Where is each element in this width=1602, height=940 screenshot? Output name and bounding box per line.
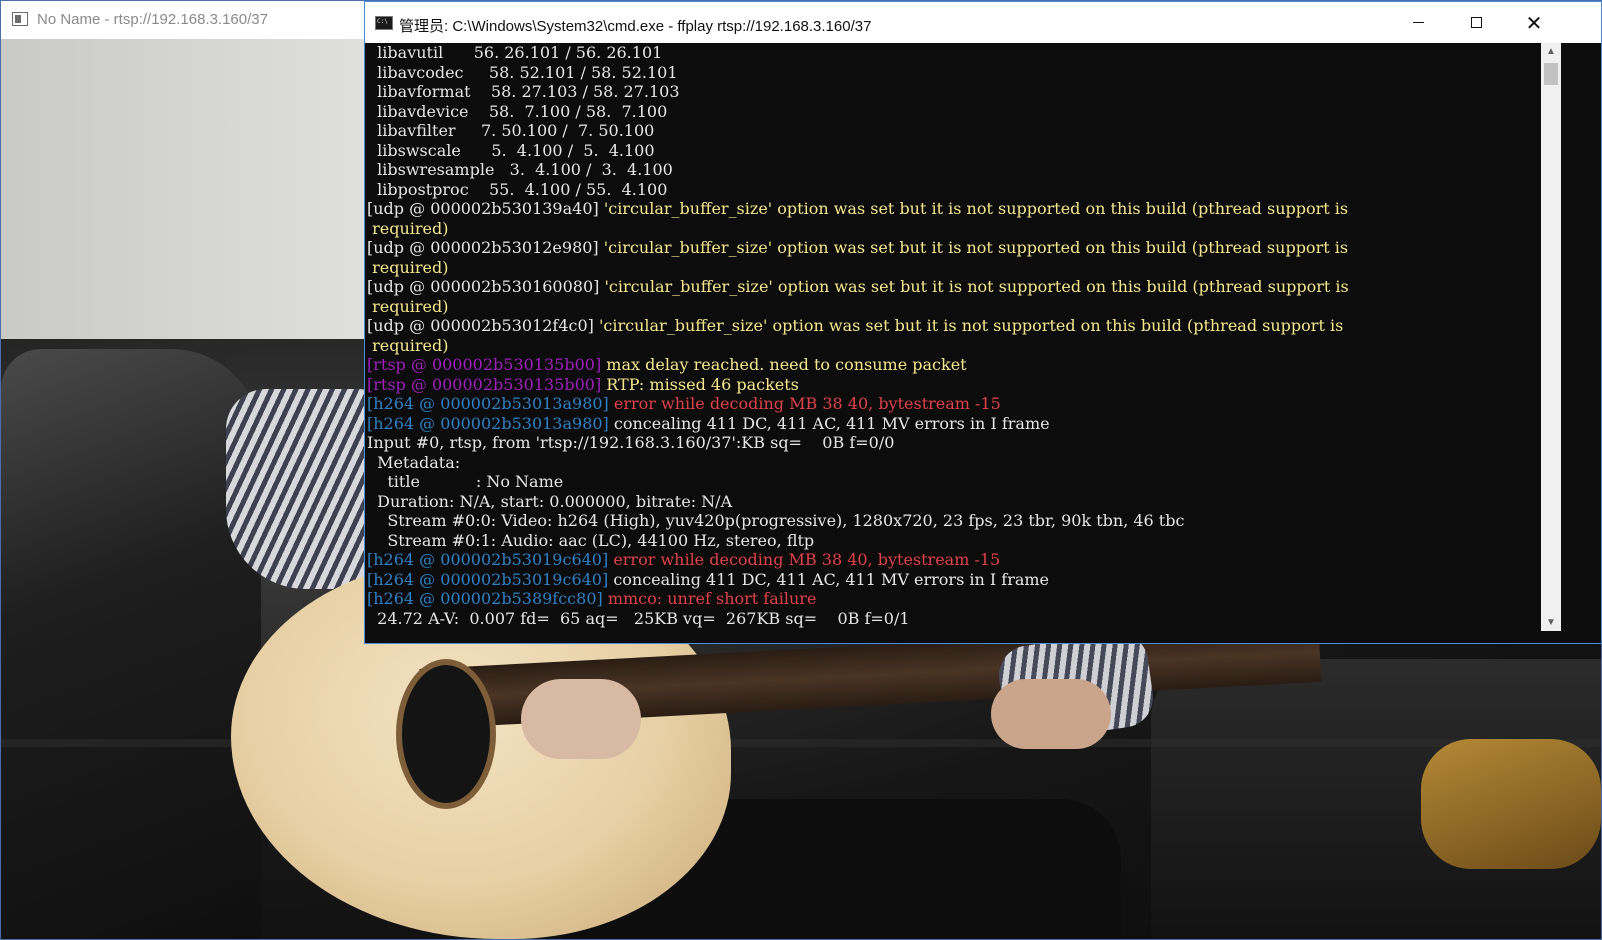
- player-hand-fretting: [991, 679, 1111, 749]
- console-output[interactable]: libavutil 56. 26.101 / 56. 26.101 libavc…: [367, 43, 1541, 631]
- console-text: 'circular_buffer_size' option was set bu…: [603, 199, 1349, 218]
- guitar-soundhole: [396, 659, 496, 809]
- console-line: libavdevice 58. 7.100 / 58. 7.100: [367, 102, 1541, 122]
- wall: [1, 39, 381, 369]
- console-text: mmco: unref short failure: [607, 589, 817, 608]
- ffplay-window-title: No Name - rtsp://192.168.3.160/37: [37, 11, 268, 28]
- console-text: libswresample 3. 4.100 / 3. 4.100: [367, 160, 673, 179]
- console-line: [h264 @ 000002b53019c640] concealing 411…: [367, 570, 1541, 590]
- app-window-icon: [12, 12, 28, 26]
- console-line: Stream #0:1: Audio: aac (LC), 44100 Hz, …: [367, 531, 1541, 551]
- console-line: [udp @ 000002b53012f4c0] 'circular_buffe…: [367, 316, 1541, 336]
- console-text: [h264 @ 000002b53013a980]: [367, 394, 614, 413]
- console-line: libswscale 5. 4.100 / 5. 4.100: [367, 141, 1541, 161]
- console-line: Metadata:: [367, 453, 1541, 473]
- console-text: concealing 411 DC, 411 AC, 411 MV errors…: [613, 413, 1050, 433]
- cmd-window[interactable]: 管理员: C:\Windows\System32\cmd.exe - ffpla…: [364, 1, 1602, 644]
- console-text: [udp @ 000002b530139a40]: [367, 199, 604, 218]
- console-line: required): [367, 219, 1541, 239]
- console-text: 'circular_buffer_size' option was set bu…: [603, 238, 1349, 257]
- console-text: [udp @ 000002b530160080]: [367, 277, 605, 296]
- console-text: 24.72 A-V: 0.007 fd= 65 aq= 25KB vq= 267…: [367, 608, 910, 628]
- console-line: [rtsp @ 000002b530135b00] RTP: missed 46…: [367, 375, 1541, 395]
- console-line: required): [367, 297, 1541, 317]
- console-line: [h264 @ 000002b5389fcc80] mmco: unref sh…: [367, 589, 1541, 609]
- console-line: title : No Name: [367, 472, 1541, 492]
- console-text: error while decoding MB 38 40, bytestrea…: [613, 394, 1001, 413]
- console-line: libavutil 56. 26.101 / 56. 26.101: [367, 43, 1541, 63]
- console-text: [h264 @ 000002b53013a980]: [367, 413, 614, 433]
- console-text: required): [367, 257, 449, 277]
- console-text: [h264 @ 000002b5389fcc80]: [367, 589, 608, 608]
- console-text: required): [367, 296, 449, 316]
- console-text: libavfilter 7. 50.100 / 7. 50.100: [367, 121, 655, 140]
- close-icon: ✕: [1525, 10, 1543, 35]
- console-line: Stream #0:0: Video: h264 (High), yuv420p…: [367, 511, 1541, 531]
- console-text: libavformat 58. 27.103 / 58. 27.103: [367, 82, 680, 101]
- console-line: [udp @ 000002b530160080] 'circular_buffe…: [367, 277, 1541, 297]
- console-line: [udp @ 000002b53012e980] 'circular_buffe…: [367, 238, 1541, 258]
- console-line: 24.72 A-V: 0.007 fd= 65 aq= 25KB vq= 267…: [367, 609, 1541, 629]
- console-line: libpostproc 55. 4.100 / 55. 4.100: [367, 180, 1541, 200]
- minimize-button[interactable]: [1389, 2, 1447, 43]
- console-text: error while decoding MB 38 40, bytestrea…: [613, 550, 1001, 569]
- scroll-thumb[interactable]: [1544, 63, 1558, 85]
- close-button[interactable]: ✕: [1505, 2, 1563, 43]
- console-text: libavutil 56. 26.101 / 56. 26.101: [367, 43, 663, 62]
- player-hand-strumming: [521, 679, 641, 759]
- console-text: max delay reached. need to consume packe…: [606, 355, 967, 374]
- console-text: libavcodec 58. 52.101 / 58. 52.101: [367, 62, 678, 82]
- console-line: [h264 @ 000002b53019c640] error while de…: [367, 550, 1541, 570]
- console-line: required): [367, 258, 1541, 278]
- console-line: required): [367, 336, 1541, 356]
- minimize-icon: [1412, 22, 1424, 23]
- console-line: libavcodec 58. 52.101 / 58. 52.101: [367, 63, 1541, 83]
- console-text: Duration: N/A, start: 0.000000, bitrate:…: [367, 491, 733, 511]
- console-text: [h264 @ 000002b53019c640]: [367, 550, 614, 569]
- cmd-titlebar[interactable]: 管理员: C:\Windows\System32\cmd.exe - ffpla…: [365, 2, 1601, 43]
- console-line: libavfilter 7. 50.100 / 7. 50.100: [367, 121, 1541, 141]
- console-text: libswscale 5. 4.100 / 5. 4.100: [367, 140, 655, 160]
- maximize-button[interactable]: [1447, 2, 1505, 43]
- console-text: Stream #0:0: Video: h264 (High), yuv420p…: [367, 511, 1185, 530]
- console-text: concealing 411 DC, 411 AC, 411 MV errors…: [613, 569, 1050, 589]
- console-text: [rtsp @ 000002b530135b00]: [367, 374, 607, 394]
- console-text: 'circular_buffer_size' option was set bu…: [599, 316, 1344, 335]
- console-text: RTP: missed 46 packets: [606, 374, 799, 394]
- console-line: Input #0, rtsp, from 'rtsp://192.168.3.1…: [367, 433, 1541, 453]
- console-text: libavdevice 58. 7.100 / 58. 7.100: [367, 101, 668, 121]
- console-text: [udp @ 000002b53012f4c0]: [367, 316, 599, 335]
- console-text: [h264 @ 000002b53019c640]: [367, 569, 614, 589]
- console-line: libswresample 3. 4.100 / 3. 4.100: [367, 160, 1541, 180]
- console-text: [rtsp @ 000002b530135b00]: [367, 355, 607, 374]
- console-text: libpostproc 55. 4.100 / 55. 4.100: [367, 179, 668, 199]
- console-line: libavformat 58. 27.103 / 58. 27.103: [367, 82, 1541, 102]
- cmd-window-title: 管理员: C:\Windows\System32\cmd.exe - ffpla…: [399, 18, 872, 35]
- console-text: Input #0, rtsp, from 'rtsp://192.168.3.1…: [367, 433, 895, 452]
- vertical-scrollbar[interactable]: ▲ ▼: [1541, 43, 1561, 631]
- console-line: [h264 @ 000002b53013a980] concealing 411…: [367, 414, 1541, 434]
- console-line: [udp @ 000002b530139a40] 'circular_buffe…: [367, 199, 1541, 219]
- bag: [1421, 739, 1601, 869]
- console-line: [h264 @ 000002b53013a980] error while de…: [367, 394, 1541, 414]
- console-text: Stream #0:1: Audio: aac (LC), 44100 Hz, …: [367, 530, 815, 550]
- console-line: Duration: N/A, start: 0.000000, bitrate:…: [367, 492, 1541, 512]
- sofa-armrest: [1, 349, 261, 939]
- console-text: title : No Name: [367, 472, 564, 491]
- maximize-icon: [1470, 17, 1482, 28]
- console-text: [udp @ 000002b53012e980]: [367, 238, 604, 257]
- console-text: required): [367, 335, 449, 355]
- console-text: required): [367, 218, 449, 238]
- scroll-up-icon[interactable]: ▲: [1541, 43, 1561, 60]
- scroll-down-icon[interactable]: ▼: [1541, 614, 1561, 631]
- console-text: Metadata:: [367, 452, 461, 472]
- cmd-icon: [375, 16, 393, 30]
- console-line: [rtsp @ 000002b530135b00] max delay reac…: [367, 355, 1541, 375]
- console-text: 'circular_buffer_size' option was set bu…: [604, 277, 1349, 296]
